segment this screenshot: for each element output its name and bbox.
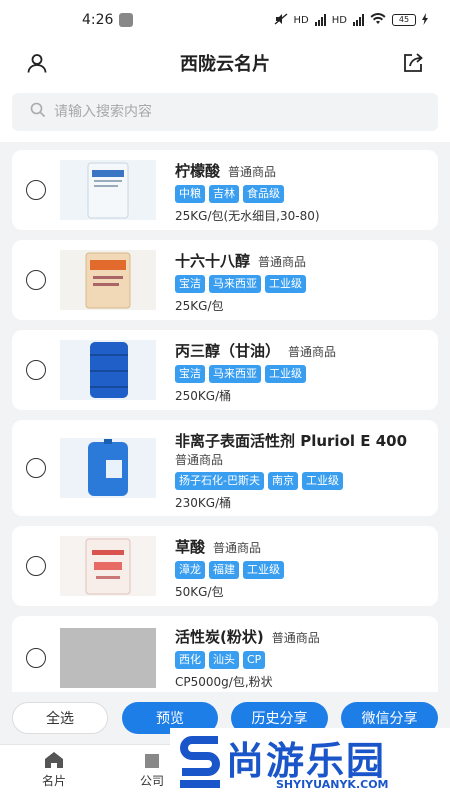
select-radio[interactable] [26,648,46,668]
mute-icon [274,12,288,28]
product-spec: 250KG/桶 [175,389,232,403]
company-icon [142,751,162,772]
product-name: 柠檬酸 [175,162,221,180]
product-tag: 工业级 [301,472,343,490]
tab-company[interactable]: 公司 [140,751,164,789]
search-bar [0,86,450,142]
select-radio[interactable] [26,270,46,290]
charging-icon [422,12,428,28]
product-image [60,160,156,220]
product-type: 普通商品 [288,345,337,359]
product-tag: CP [243,651,266,669]
product-type: 普通商品 [213,541,262,555]
watermark-text: 尚游乐园 [226,739,387,783]
product-tag: 工业级 [265,275,306,293]
status-bar: 4:26 HD HD 45 [0,0,450,40]
product-type: 普通商品 [228,165,277,179]
product-tag: 南京 [267,472,298,490]
product-spec: CP5000g/包,粉状 [175,675,273,689]
product-card[interactable]: 非离子表面活性剂 Pluriol E 400 普通商品 扬子石化-巴斯夫 南京 … [12,420,438,516]
tab-card-label: 名片 [42,774,67,788]
watermark-logo-icon [180,736,220,788]
product-type: 普通商品 [258,255,307,269]
network-label-2: HD [331,14,347,26]
search-icon [30,102,46,122]
battery-level: 45 [398,15,410,24]
product-image [60,536,156,596]
tab-card[interactable]: 名片 [42,751,66,789]
network-label-1: HD [293,14,309,26]
home-icon [44,751,64,772]
product-spec: 230KG/桶 [175,496,232,510]
signal-icon-1 [314,14,326,26]
product-card[interactable]: 丙三醇（甘油） 普通商品 宝洁 马来西亚 工业级 250KG/桶 [12,330,438,410]
battery-icon: 45 [392,14,416,26]
product-tag: 宝洁 [175,275,205,293]
product-tag: 马来西亚 [209,275,261,293]
product-name: 十六十八醇 [175,252,251,270]
product-image [60,340,156,400]
product-tag: 西化 [175,651,205,669]
select-radio[interactable] [26,458,46,478]
product-image-placeholder [60,628,156,688]
search-box[interactable] [12,93,438,131]
signal-icon-2 [353,14,364,26]
select-radio[interactable] [26,360,46,380]
product-tag: 吉林 [209,185,239,203]
product-image [60,438,156,498]
product-tag: 福建 [209,561,239,579]
user-icon[interactable] [22,48,52,78]
select-radio[interactable] [26,556,46,576]
product-tag: 宝洁 [175,365,205,383]
product-tag: 扬子石化-巴斯夫 [175,472,264,490]
product-card[interactable]: 活性炭(粉状) 普通商品 西化 汕头 CP CP5000g/包,粉状 [12,616,438,692]
product-tag: 工业级 [243,561,284,579]
product-type: 普通商品 [271,631,320,645]
page-title: 西陇云名片 [180,54,270,75]
product-image [60,250,156,310]
select-all-button[interactable]: 全选 [12,702,108,734]
product-tag: 汕头 [209,651,239,669]
product-card[interactable]: 十六十八醇 普通商品 宝洁 马来西亚 工业级 25KG/包 [12,240,438,320]
app-header: 西陇云名片 [0,40,450,86]
product-list: 柠檬酸 普通商品 中粮 吉林 食品级 25KG/包(无水细目,30-80) 十六… [0,150,450,692]
product-spec: 25KG/包 [175,299,224,313]
select-radio[interactable] [26,180,46,200]
product-type: 普通商品 [175,453,224,467]
product-tag: 马来西亚 [209,365,261,383]
wifi-icon [370,12,386,28]
product-name: 草酸 [175,538,206,556]
product-name: 活性炭(粉状) [175,628,264,646]
product-spec: 25KG/包(无水细目,30-80) [175,209,320,223]
search-input[interactable] [54,104,414,120]
product-card[interactable]: 柠檬酸 普通商品 中粮 吉林 食品级 25KG/包(无水细目,30-80) [12,150,438,230]
app-notification-icon [119,13,134,27]
watermark: 尚游乐园 SHYIYUANYK.COM [170,728,450,800]
product-name: 非离子表面活性剂 Pluriol E 400 [175,432,408,450]
product-card[interactable]: 草酸 普通商品 漳龙 福建 工业级 50KG/包 [12,526,438,606]
status-time: 4:26 [82,12,114,28]
share-export-icon[interactable] [398,48,428,78]
product-name: 丙三醇（甘油） [175,342,281,360]
product-tag: 食品级 [243,185,284,203]
product-tag: 中粮 [175,185,205,203]
product-tag: 工业级 [265,365,306,383]
tab-company-label: 公司 [140,774,165,788]
watermark-url: SHYIYUANYK.COM [276,778,389,791]
product-tag: 漳龙 [175,561,205,579]
product-spec: 50KG/包 [175,585,224,599]
